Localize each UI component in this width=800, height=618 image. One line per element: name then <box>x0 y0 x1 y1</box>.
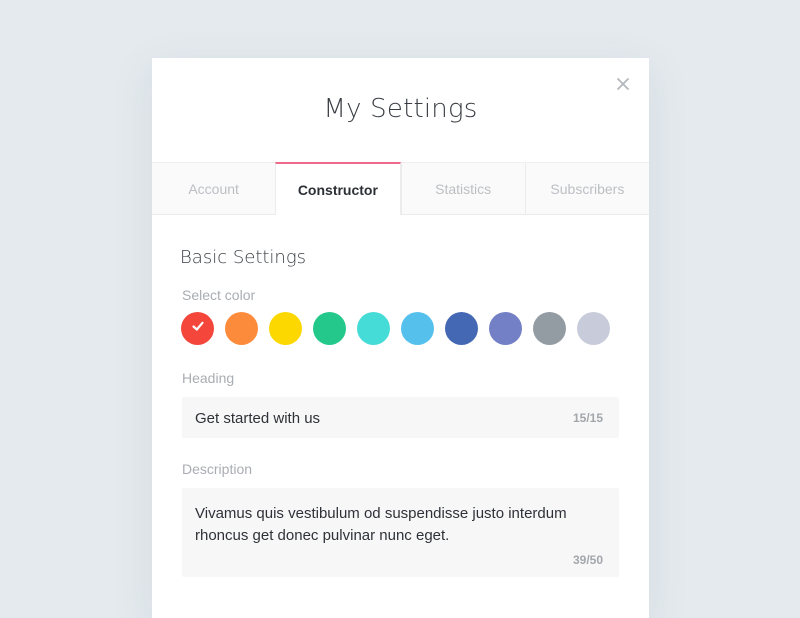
color-swatch-4[interactable] <box>313 312 346 345</box>
color-swatch-9[interactable] <box>533 312 566 345</box>
tab-bar: Account Constructor Statistics Subscribe… <box>152 162 649 215</box>
section-title: Basic Settings <box>180 247 307 268</box>
tab-subscribers[interactable]: Subscribers <box>524 163 649 214</box>
color-swatch-1[interactable] <box>181 312 214 345</box>
color-swatch-7[interactable] <box>445 312 478 345</box>
heading-label: Heading <box>182 370 235 386</box>
heading-field[interactable]: Get started with us 15/15 <box>182 397 619 438</box>
color-swatch-3[interactable] <box>269 312 302 345</box>
heading-input-value: Get started with us <box>195 410 321 427</box>
heading-char-counter: 15/15 <box>572 411 603 425</box>
description-input-value: Vivamus quis vestibulum od suspendisse j… <box>195 505 567 544</box>
close-icon <box>613 74 633 94</box>
tab-constructor[interactable]: Constructor <box>275 162 401 215</box>
color-swatch-5[interactable] <box>357 312 390 345</box>
color-swatch-2[interactable] <box>225 312 258 345</box>
description-field[interactable]: Vivamus quis vestibulum od suspendisse j… <box>182 488 619 577</box>
close-button[interactable] <box>613 74 633 94</box>
checkmark-icon <box>191 319 205 338</box>
color-swatch-list <box>181 312 610 345</box>
description-label: Description <box>182 461 253 477</box>
tab-account[interactable]: Account <box>152 163 275 214</box>
color-swatch-8[interactable] <box>489 312 522 345</box>
description-char-counter: 39/50 <box>572 553 603 567</box>
settings-modal: My Settings Account Constructor Statisti… <box>152 58 649 618</box>
color-swatch-10[interactable] <box>577 312 610 345</box>
tab-statistics[interactable]: Statistics <box>400 163 525 214</box>
color-swatch-6[interactable] <box>401 312 434 345</box>
select-color-label: Select color <box>182 287 256 303</box>
modal-title: My Settings <box>323 94 478 124</box>
